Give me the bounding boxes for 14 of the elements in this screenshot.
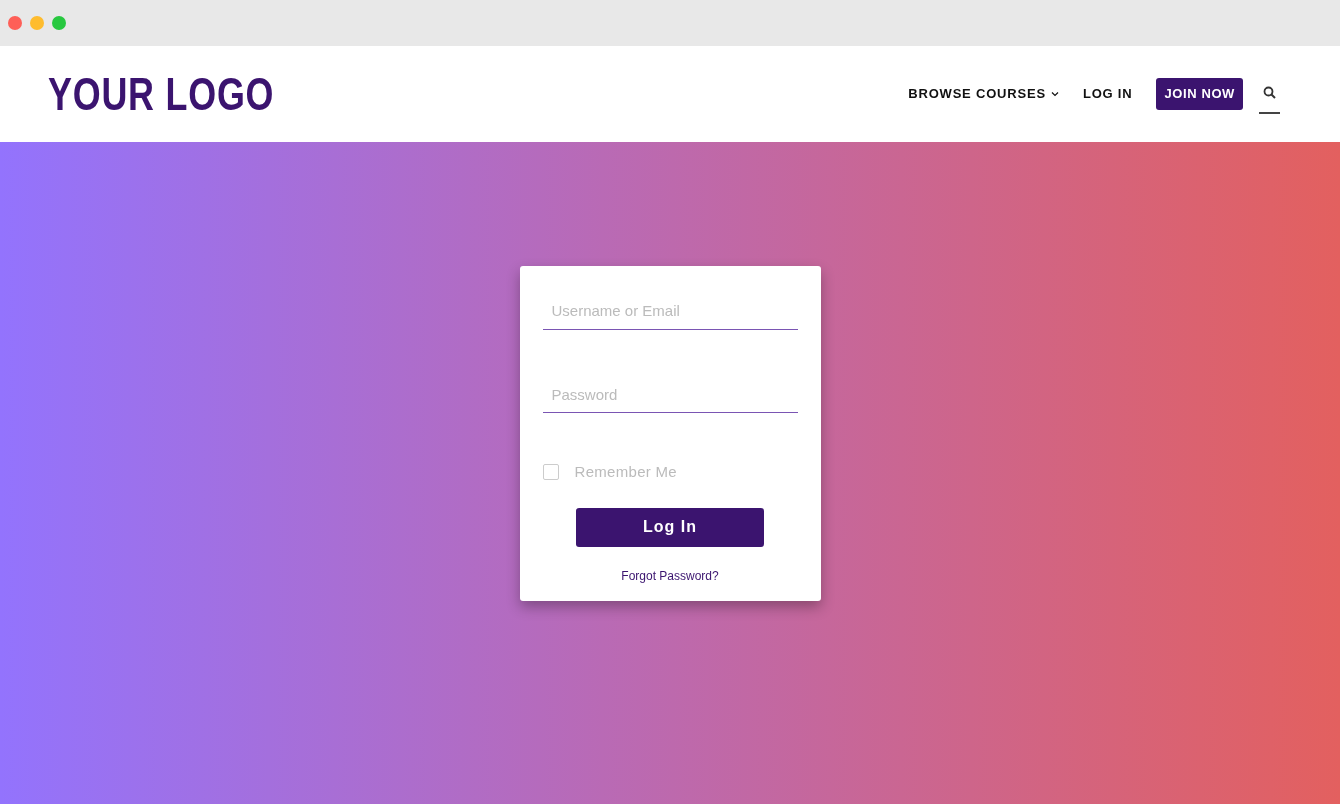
join-button[interactable]: JOIN NOW — [1156, 78, 1243, 110]
close-window-icon[interactable] — [8, 16, 22, 30]
username-field[interactable]: Username or Email — [542, 294, 798, 330]
caret-icon — [1050, 91, 1059, 97]
browse-courses-menu[interactable]: BROWSE COURSES — [908, 84, 1059, 104]
search-icon — [1263, 86, 1276, 100]
forgot-password-link[interactable]: Forgot Password? — [621, 568, 719, 583]
nav-link[interactable]: LOG IN — [1082, 84, 1133, 104]
logo[interactable]: YOUR LOGO — [48, 71, 275, 117]
maximize-window-icon[interactable] — [52, 16, 66, 30]
login-button[interactable]: Log In — [576, 507, 764, 547]
remember-checkbox[interactable] — [542, 464, 559, 481]
minimize-window-icon[interactable] — [30, 16, 44, 30]
password-field[interactable]: Password — [542, 377, 798, 413]
